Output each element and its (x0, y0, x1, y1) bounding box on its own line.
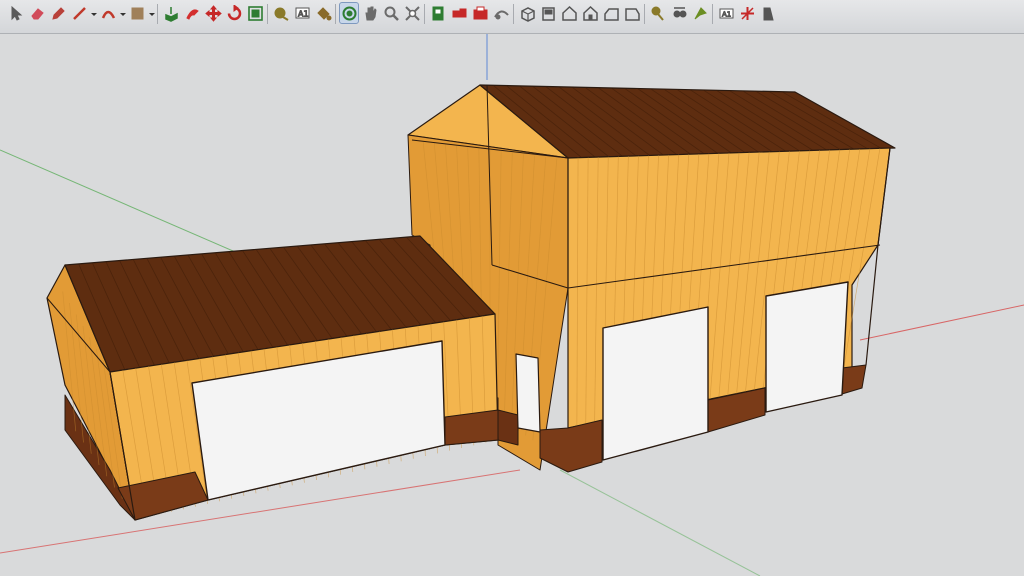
iso-view-icon (520, 6, 535, 22)
select-arrow-icon (11, 5, 22, 21)
left-view-icon (624, 7, 640, 21)
scale-icon (247, 5, 263, 21)
toolbar-separator (513, 4, 514, 24)
shapes-tool-icon (131, 7, 143, 19)
arc-tool-button[interactable] (98, 2, 118, 24)
tape-measure-icon (274, 7, 289, 21)
arc-tool-icon (101, 10, 115, 19)
axes-button[interactable] (737, 2, 757, 24)
component-button[interactable] (428, 2, 448, 24)
orbit-button[interactable] (339, 2, 359, 24)
chevron-down-icon (149, 12, 155, 16)
toolbar-separator (267, 4, 268, 24)
back-view-button[interactable] (601, 2, 621, 24)
section-plane-button[interactable] (758, 2, 778, 24)
back-view-icon (603, 7, 619, 21)
select-arrow-button[interactable] (6, 2, 26, 24)
toolbar-separator (157, 4, 158, 24)
svg-text:A1: A1 (298, 9, 309, 18)
paint-bucket-button[interactable] (313, 2, 333, 24)
dimension-icon: A1 (719, 8, 733, 19)
move-icon (204, 4, 222, 22)
line-tool-button[interactable] (69, 2, 89, 24)
tape-measure-button[interactable] (271, 2, 291, 24)
tool-menu-dropdown[interactable] (90, 2, 98, 24)
pan-hand-icon (364, 6, 377, 20)
position-camera-icon (651, 6, 664, 21)
push-pull-icon (164, 6, 178, 22)
shapes-tool-button[interactable] (127, 2, 147, 24)
tool-menu-dropdown[interactable] (148, 2, 156, 24)
tool-menu-dropdown[interactable] (119, 2, 127, 24)
toolbar-separator (335, 4, 336, 24)
3d-scene[interactable] (0, 34, 1024, 576)
front-view-icon (561, 5, 577, 21)
component-icon (432, 6, 443, 20)
dimension-button[interactable]: A1 (716, 2, 736, 24)
zoom-button[interactable] (381, 2, 401, 24)
main-toolbar: A1 A1 (0, 0, 1024, 34)
push-pull-button[interactable] (161, 2, 181, 24)
warehouse-icon (452, 8, 466, 17)
share-model-icon (493, 10, 509, 19)
orbit-icon (342, 6, 356, 20)
eraser-button[interactable] (27, 2, 47, 24)
model-viewport[interactable] (0, 34, 1024, 576)
pencil-button[interactable] (48, 2, 68, 24)
zoom-icon (384, 6, 399, 21)
look-around-button[interactable] (669, 2, 689, 24)
look-around-icon (673, 6, 686, 17)
zoom-extents-button[interactable] (402, 2, 422, 24)
axes-icon (740, 6, 754, 20)
walk-button[interactable] (690, 2, 710, 24)
toolbar-separator (424, 4, 425, 24)
pencil-icon (51, 6, 65, 20)
position-camera-button[interactable] (648, 2, 668, 24)
toolbar-separator (712, 4, 713, 24)
rotate-button[interactable] (224, 2, 244, 24)
top-view-button[interactable] (538, 2, 558, 24)
walk-icon (694, 6, 707, 19)
barn-walk-door[interactable] (515, 353, 541, 433)
warehouse-button[interactable] (449, 2, 469, 24)
right-view-icon (582, 5, 598, 21)
scale-button[interactable] (245, 2, 265, 24)
extension-warehouse-icon (473, 6, 487, 19)
line-tool-icon (72, 6, 86, 20)
text-tool-icon: A1 (295, 7, 309, 19)
chevron-down-icon (91, 12, 97, 16)
left-view-button[interactable] (622, 2, 642, 24)
paint-bucket-icon (316, 6, 331, 20)
chevron-down-icon (120, 12, 126, 16)
top-view-icon (541, 6, 555, 21)
rotate-icon (227, 4, 241, 20)
eraser-icon (30, 7, 44, 19)
section-plane-icon (763, 7, 774, 20)
front-view-button[interactable] (559, 2, 579, 24)
svg-text:A1: A1 (722, 10, 731, 18)
share-model-button[interactable] (491, 2, 511, 24)
barn-garage-door-2[interactable] (765, 281, 849, 413)
text-tool-button[interactable]: A1 (292, 2, 312, 24)
iso-view-button[interactable] (517, 2, 537, 24)
move-button[interactable] (203, 2, 223, 24)
follow-me-icon (185, 8, 199, 20)
zoom-extents-icon (404, 5, 420, 21)
pan-hand-button[interactable] (360, 2, 380, 24)
sketchup-window: A1 A1 (0, 0, 1024, 576)
barn-wainscot-gable[interactable] (497, 409, 519, 446)
follow-me-button[interactable] (182, 2, 202, 24)
extension-warehouse-button[interactable] (470, 2, 490, 24)
right-view-button[interactable] (580, 2, 600, 24)
toolbar-separator (644, 4, 645, 24)
